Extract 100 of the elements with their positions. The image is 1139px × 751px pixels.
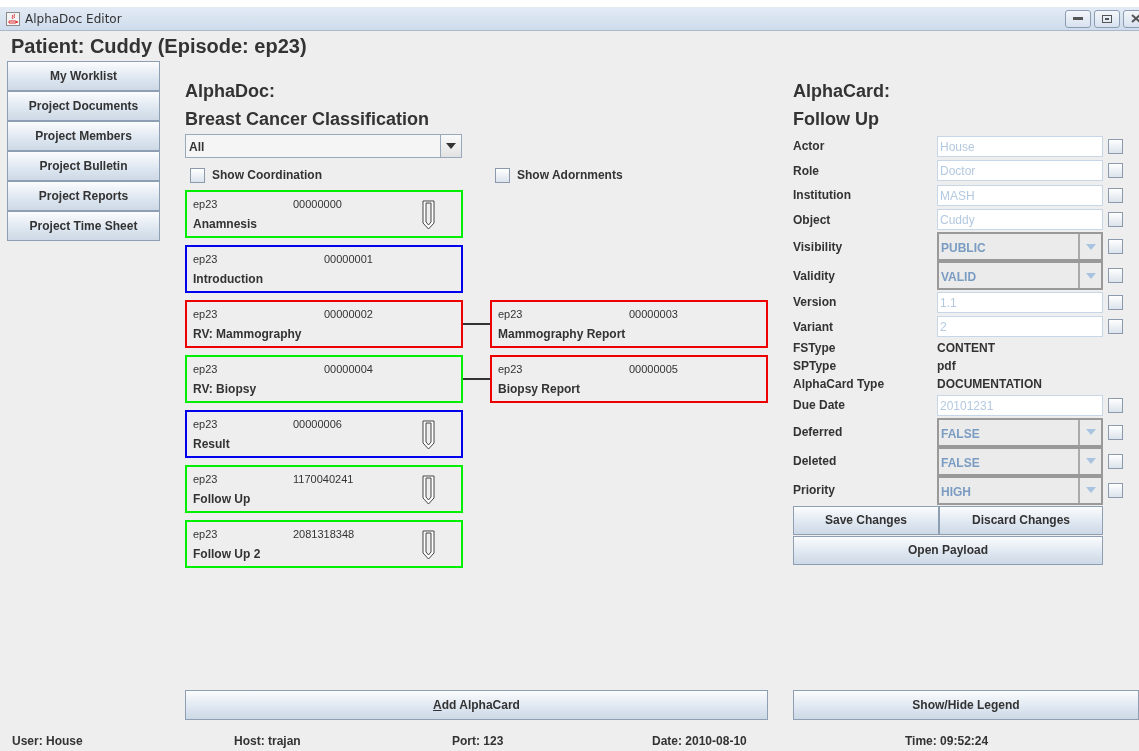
checkbox[interactable]: [1108, 138, 1123, 154]
card-number: 00000000: [293, 197, 343, 210]
status-text: Time: 09:52:24: [905, 734, 989, 748]
sidebar-button[interactable]: My Worklist: [7, 61, 160, 91]
episode-label: ep23: [193, 472, 219, 485]
checkbox[interactable]: [1108, 453, 1123, 469]
cup-icon: [6, 11, 20, 26]
document-card[interactable]: ep23 1170040241 Follow Up: [185, 465, 463, 513]
checkbox[interactable]: [1108, 294, 1123, 310]
card-number: 00000004: [324, 362, 374, 375]
add-card-button[interactable]: Add AlphaCard: [185, 690, 768, 720]
connector-line: [463, 378, 490, 380]
caret-icon: [1085, 487, 1096, 493]
checkbox-label: Show Adornments: [517, 168, 623, 182]
minimize-button[interactable]: [1065, 9, 1091, 28]
close-icon: [1131, 14, 1139, 23]
field-label: SPType: [793, 359, 838, 373]
document-card[interactable]: ep23 00000006 Result: [185, 410, 463, 458]
caret-icon: [446, 143, 456, 149]
action-button[interactable]: Save Changes: [793, 505, 939, 535]
patient-heading: Patient: Cuddy (Episode: ep23): [0, 31, 1139, 59]
episode-label: ep23: [498, 307, 524, 320]
sidebar-button[interactable]: Project Members: [7, 121, 160, 151]
connector-line: [463, 323, 490, 325]
card-title: RV: Biopsy: [193, 381, 258, 396]
legend-button[interactable]: Show/Hide Legend: [793, 690, 1139, 720]
card-title: Result: [193, 436, 231, 451]
checkbox[interactable]: [495, 167, 510, 183]
checkbox[interactable]: [1108, 397, 1123, 413]
field-value: DOCUMENTATION: [937, 377, 1042, 391]
field-label: Deleted: [793, 454, 838, 468]
paperclip-icon: [421, 198, 437, 230]
field-label: Version: [793, 295, 838, 310]
window-title: AlphaDoc Editor: [25, 11, 122, 26]
filter-dropdown[interactable]: All: [185, 134, 462, 158]
sidebar-button[interactable]: Project Time Sheet: [7, 211, 160, 241]
field-label: Actor: [793, 139, 826, 154]
card-title: Follow Up: [193, 491, 252, 506]
field-label: Institution: [793, 188, 852, 203]
episode-label: ep23: [498, 362, 524, 375]
open-payload-button[interactable]: Open Payload: [793, 535, 1103, 565]
document-card[interactable]: ep23 2081318348 Follow Up 2: [185, 520, 463, 568]
card-number: 00000005: [629, 362, 679, 375]
field-label: AlphaCard Type: [793, 377, 886, 391]
card-heading: AlphaCard:: [793, 80, 891, 103]
checkbox[interactable]: [1108, 212, 1123, 228]
checkbox[interactable]: [1108, 163, 1123, 179]
document-card[interactable]: ep23 00000000 Anamnesis: [185, 190, 463, 238]
card-number: 1170040241: [293, 472, 355, 485]
episode-label: ep23: [193, 527, 219, 540]
document-card[interactable]: ep23 00000005 Biopsy Report: [490, 355, 768, 403]
maximize-button[interactable]: [1094, 9, 1120, 28]
status-text: User: House: [12, 734, 83, 748]
status-text: Host: trajan: [234, 734, 301, 748]
document-card[interactable]: ep23 00000003 Mammography Report: [490, 300, 768, 348]
episode-label: ep23: [193, 252, 219, 265]
caret-icon: [1085, 272, 1096, 279]
field-label: Due Date: [793, 398, 846, 413]
card-number: 00000006: [293, 417, 343, 430]
checkbox[interactable]: [1108, 187, 1123, 203]
card-title: Follow Up 2: [193, 546, 262, 561]
field-label: FSType: [793, 341, 837, 355]
document-heading: AlphaDoc:: [185, 80, 276, 103]
document-title: Breast Cancer Classification: [185, 108, 431, 131]
paperclip-icon: [421, 528, 437, 560]
document-card[interactable]: ep23 00000002 RV: Mammography: [185, 300, 463, 348]
maximize-icon: [1102, 14, 1112, 23]
field-value: CONTENT: [937, 341, 995, 355]
card-number: 00000002: [324, 307, 374, 320]
field-label: Role: [793, 163, 820, 178]
episode-label: ep23: [193, 362, 219, 375]
card-title: Introduction: [193, 271, 264, 286]
minimize-icon: [1073, 16, 1083, 21]
field-label: Object: [793, 212, 832, 227]
status-text: Date: 2010-08-10: [652, 734, 747, 748]
field-value: pdf: [937, 359, 956, 373]
action-button[interactable]: Discard Changes: [939, 505, 1103, 535]
episode-label: ep23: [193, 307, 219, 320]
checkbox[interactable]: [1108, 482, 1123, 498]
card-title: Anamnesis: [193, 216, 259, 231]
paperclip-icon: [421, 473, 437, 505]
document-card[interactable]: ep23 00000004 RV: Biopsy: [185, 355, 463, 403]
card-number: 00000001: [324, 252, 374, 265]
checkbox[interactable]: [1108, 268, 1123, 283]
card-title: Mammography Report: [498, 326, 627, 341]
document-card[interactable]: ep23 00000001 Introduction: [185, 245, 463, 293]
sidebar-button[interactable]: Project Documents: [7, 91, 160, 121]
checkbox[interactable]: [1108, 424, 1123, 440]
field-label: Visibility: [793, 239, 844, 254]
sidebar-button[interactable]: Project Bulletin: [7, 151, 160, 181]
caret-icon: [1085, 429, 1096, 435]
checkbox[interactable]: [190, 167, 205, 183]
sidebar-button[interactable]: Project Reports: [7, 181, 160, 211]
checkbox[interactable]: [1108, 319, 1123, 335]
card-number: 2081318348: [293, 527, 356, 540]
field-label: Priority: [793, 483, 836, 497]
card-title-heading: Follow Up: [793, 108, 880, 131]
status-text: Port: 123: [452, 734, 504, 748]
caret-icon: [1085, 243, 1096, 250]
checkbox[interactable]: [1108, 239, 1123, 254]
